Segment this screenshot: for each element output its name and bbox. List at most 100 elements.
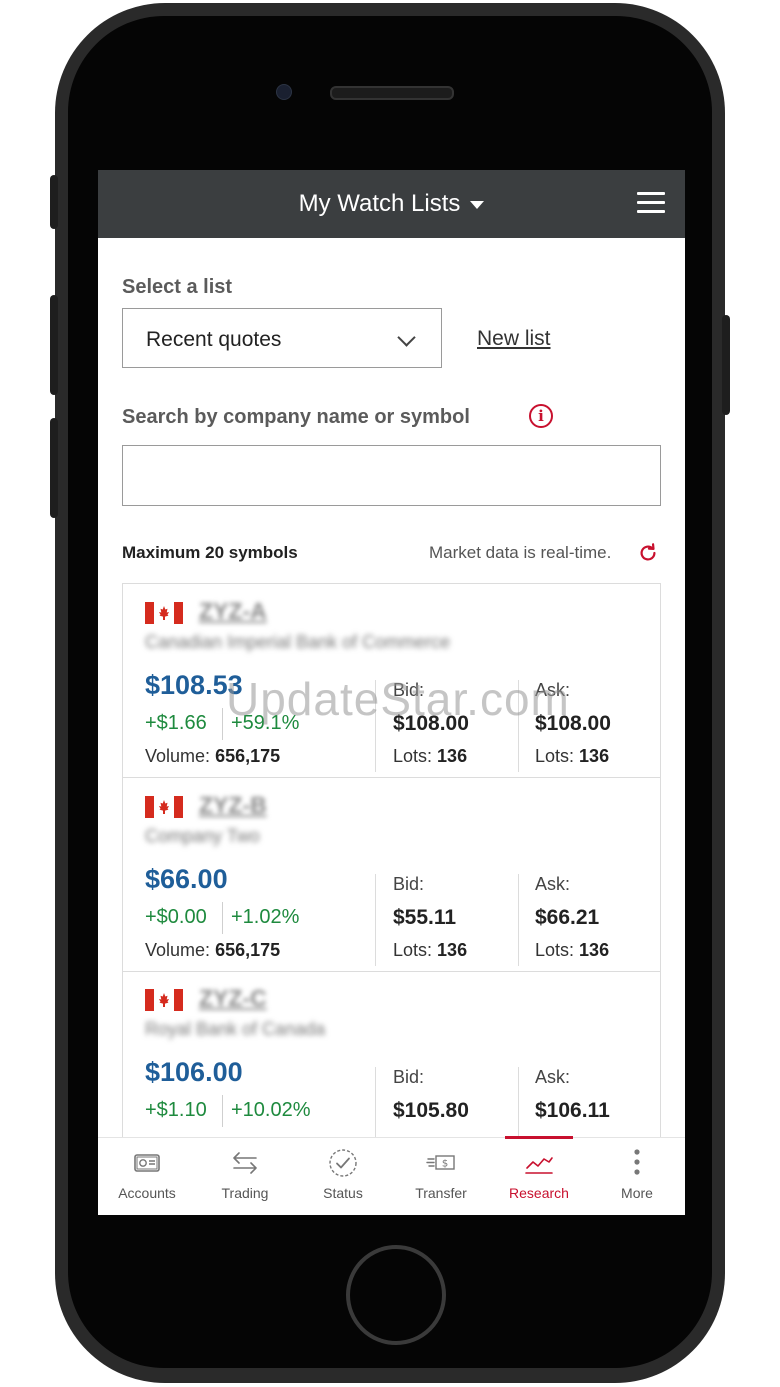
quote-card[interactable]: ZYZ-A Canadian Imperial Bank of Commerce… [123, 584, 660, 778]
more-dots-icon [634, 1149, 640, 1175]
quote-list: ZYZ-A Canadian Imperial Bank of Commerce… [122, 583, 661, 1138]
transfer-money-icon: $ [426, 1155, 455, 1170]
caret-down-icon [470, 201, 485, 209]
nav-label: More [621, 1185, 653, 1201]
volume-label: Volume: [145, 940, 211, 960]
column-divider [375, 1067, 376, 1138]
page-title: My Watch Lists [298, 190, 461, 217]
ask-label: Ask: [535, 1067, 571, 1087]
chevron-down-icon [397, 328, 416, 347]
nav-label: Accounts [118, 1185, 176, 1201]
quote-symbol-link[interactable]: ZYZ-A [199, 598, 267, 625]
home-button[interactable] [346, 1245, 446, 1345]
ask-lots: Lots: 136 [535, 940, 609, 961]
bid-value: $108.00 [393, 712, 469, 735]
bottom-nav: Accounts Trading Status $ Transfer Resea… [98, 1136, 685, 1215]
change-divider [222, 1095, 223, 1127]
ask-label: Ask: [535, 874, 571, 894]
nav-more[interactable]: More [588, 1138, 685, 1215]
app-header: My Watch Lists [98, 170, 685, 238]
app-screen: My Watch Lists Select a list Recent quot… [98, 170, 685, 1215]
ask-label: Ask: [535, 680, 571, 700]
lots-label: Lots: [393, 746, 433, 766]
ask-value: $106.11 [535, 1099, 610, 1122]
price-change: +$0.00 [145, 906, 207, 928]
quote-symbol-link[interactable]: ZYZ-B [199, 792, 267, 819]
phone-power-button [722, 315, 730, 415]
info-icon[interactable]: i [529, 404, 553, 428]
select-list-label: Select a list [122, 276, 233, 298]
phone-volume-up [50, 295, 58, 395]
company-name: Royal Bank of Canada [145, 1019, 326, 1039]
quote-symbol-link[interactable]: ZYZ-C [199, 985, 267, 1012]
nav-transfer[interactable]: $ Transfer [392, 1138, 490, 1215]
bid-value: $105.80 [393, 1099, 469, 1122]
ask-value: $108.00 [535, 712, 611, 735]
nav-label: Research [509, 1185, 569, 1201]
price-change-percent: +59.1% [231, 712, 300, 734]
lots-value: 136 [437, 940, 468, 960]
column-divider [518, 1067, 519, 1138]
front-camera [276, 84, 292, 100]
column-divider [375, 680, 376, 772]
max-symbols-note: Maximum 20 symbols [122, 543, 298, 562]
volume-label: Volume: [145, 746, 211, 766]
watch-list-title-dropdown[interactable]: My Watch Lists [98, 170, 685, 238]
svg-text:$: $ [442, 1159, 448, 1170]
quote-price: $108.53 [145, 670, 243, 700]
lots-value: 136 [579, 746, 610, 766]
volume-value: 656,175 [215, 746, 281, 766]
search-input[interactable] [122, 445, 661, 506]
trading-arrows-icon [233, 1152, 257, 1174]
nav-label: Status [323, 1185, 363, 1201]
accounts-icon [134, 1154, 160, 1172]
lots-label: Lots: [535, 940, 575, 960]
canada-flag-icon [145, 602, 183, 624]
price-change-percent: +1.02% [231, 906, 300, 928]
price-change-percent: +10.02% [231, 1099, 311, 1121]
research-chart-icon [525, 1157, 553, 1174]
nav-status[interactable]: Status [294, 1138, 392, 1215]
ask-value: $66.21 [535, 906, 600, 929]
canada-flag-icon [145, 796, 183, 818]
refresh-icon[interactable] [637, 542, 659, 564]
lots-label: Lots: [393, 940, 433, 960]
lots-value: 136 [437, 746, 468, 766]
bid-lots: Lots: 136 [393, 746, 467, 767]
column-divider [375, 874, 376, 966]
change-divider [222, 708, 223, 740]
status-check-icon [329, 1149, 357, 1177]
search-label: Search by company name or symbol [122, 406, 470, 428]
quote-card[interactable]: ZYZ-C Royal Bank of Canada $106.00 +$1.1… [123, 971, 660, 1138]
column-divider [518, 874, 519, 966]
list-select-value: Recent quotes [146, 328, 282, 351]
volume: Volume: 656,175 [145, 746, 280, 767]
company-name: Canadian Imperial Bank of Commerce [145, 632, 451, 652]
price-change: +$1.10 [145, 1099, 207, 1121]
price-change: +$1.66 [145, 712, 207, 734]
nav-trading[interactable]: Trading [196, 1138, 294, 1215]
bid-label: Bid: [393, 1067, 425, 1087]
earpiece-speaker [330, 86, 454, 100]
active-tab-indicator [505, 1136, 573, 1139]
nav-label: Trading [221, 1185, 269, 1201]
nav-label: Transfer [415, 1185, 467, 1201]
nav-accounts[interactable]: Accounts [98, 1138, 196, 1215]
bid-value: $55.11 [393, 906, 457, 929]
market-data-note: Market data is real-time. [429, 543, 612, 562]
hamburger-menu-icon[interactable] [637, 192, 665, 214]
lots-label: Lots: [535, 746, 575, 766]
company-name: Company Two [145, 826, 260, 846]
ask-lots: Lots: 136 [535, 746, 609, 767]
canada-flag-icon [145, 989, 183, 1011]
quote-price: $66.00 [145, 864, 228, 894]
phone-silent-switch [50, 175, 58, 229]
volume: Volume: 656,175 [145, 940, 280, 961]
quote-card[interactable]: ZYZ-B Company Two $66.00 +$0.00 +1.02% V… [123, 778, 660, 972]
bid-lots: Lots: 136 [393, 940, 467, 961]
list-select-dropdown[interactable]: Recent quotes [122, 308, 442, 368]
volume-value: 656,175 [215, 940, 281, 960]
nav-research[interactable]: Research [490, 1136, 588, 1215]
new-list-link[interactable]: New list [477, 327, 551, 351]
bid-label: Bid: [393, 874, 425, 894]
